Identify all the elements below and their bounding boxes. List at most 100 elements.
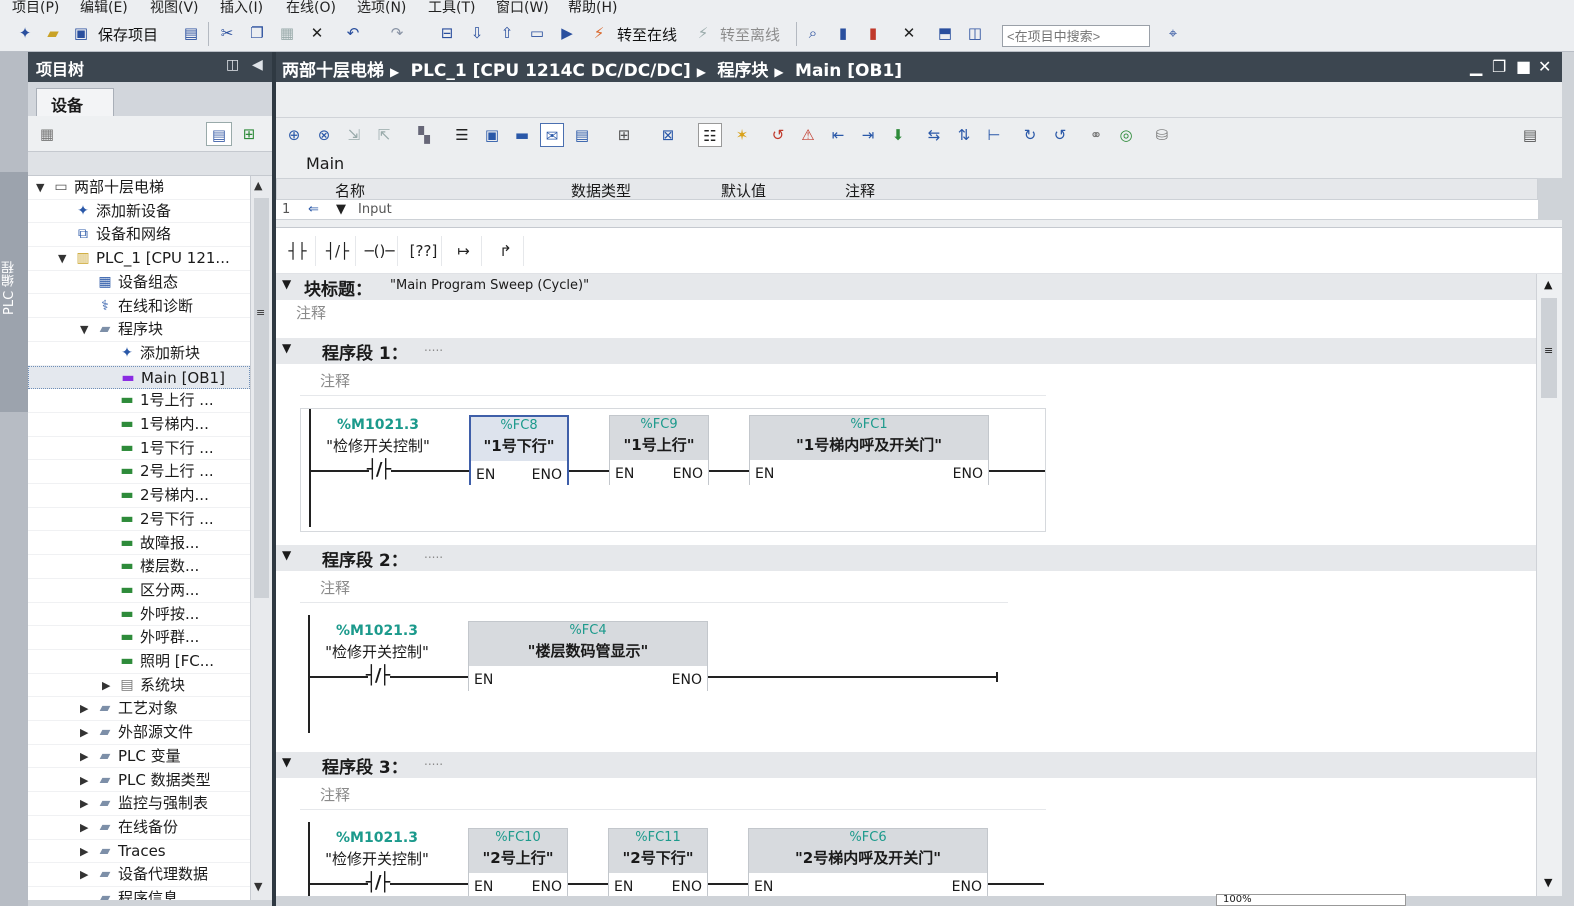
go-offline-button[interactable]: 转至离线 [720, 24, 780, 45]
previous-error-icon[interactable]: ⇤ [826, 123, 850, 147]
collapse-arrow-icon[interactable]: ▼ [282, 277, 291, 291]
breadcrumb-main[interactable]: Main [OB1] [795, 61, 902, 81]
delete-network-icon[interactable]: ⊗ [312, 123, 336, 147]
download-icon[interactable]: ⇩ [466, 22, 488, 44]
cut-icon[interactable]: ✂ [216, 22, 238, 44]
eno-pin[interactable]: ENO [532, 467, 562, 483]
comments-toggle-icon[interactable]: ✉ [540, 123, 564, 147]
eno-pin[interactable]: ENO [952, 879, 982, 895]
new-project-icon[interactable]: ✦ [14, 22, 36, 44]
plc-programming-tab[interactable]: PLC 编程 [0, 172, 28, 412]
tag-info-icon[interactable]: ✶ [730, 123, 754, 147]
expand-arrow-icon[interactable]: ▶ [80, 792, 92, 815]
fc10-call-box[interactable]: %FC10 "2号上行" EN ENO [468, 828, 568, 896]
monitor-off-icon[interactable]: ↺ [1048, 123, 1072, 147]
pin-icon[interactable]: ◫ [226, 57, 239, 73]
eno-pin[interactable]: ENO [672, 672, 702, 688]
tree-item[interactable]: ▬ 照明 [FC... [28, 650, 250, 674]
collapse-arrow-icon[interactable]: ▼ [282, 341, 291, 355]
eno-pin[interactable]: ENO [953, 466, 983, 482]
canvas-scrollbar[interactable]: ▲ ≡ ▼ [1536, 274, 1562, 896]
col-datatype[interactable]: 数据类型 [571, 180, 631, 201]
collapse-arrow-icon[interactable]: ▼ [80, 318, 92, 341]
copy-icon[interactable]: ❐ [246, 22, 268, 44]
sort-icon[interactable]: ⇅ [952, 123, 976, 147]
pin-icon[interactable]: ▚ [412, 123, 436, 147]
contact-address[interactable]: %M1021.3 [323, 417, 433, 433]
menu-tools[interactable]: 工具(T) [428, 0, 475, 16]
network-3-header[interactable]: ▼ 程序段 3： ..... [276, 752, 1536, 778]
tree-item[interactable]: ▬ 区分两... [28, 579, 250, 603]
en-pin[interactable]: EN [614, 879, 633, 895]
restore-icon[interactable]: ❐ [1492, 57, 1506, 76]
open-project-icon[interactable]: ▰ [42, 22, 64, 44]
redo-icon[interactable]: ↷ [386, 22, 408, 44]
project-search-input[interactable] [1002, 25, 1150, 47]
en-pin[interactable]: EN [474, 879, 493, 895]
expand-arrow-icon[interactable]: ▶ [102, 674, 114, 697]
en-pin[interactable]: EN [615, 466, 634, 482]
nc-contact-icon[interactable]: ┤/├ [320, 236, 356, 266]
go-online-icon[interactable]: ⚡ [588, 22, 610, 44]
search-go-icon[interactable]: ⌖ [1162, 22, 1184, 44]
undo-icon[interactable]: ↶ [342, 22, 364, 44]
tree-item[interactable]: ▶ ▰ 工艺对象 [28, 697, 250, 722]
breadcrumb-project[interactable]: 两部十层电梯 [282, 61, 384, 81]
col-default[interactable]: 默认值 [721, 180, 766, 201]
en-pin[interactable]: EN [476, 467, 495, 483]
tree-item[interactable]: ▬ 1号下行 ... [28, 437, 250, 461]
network-2-comment[interactable]: 注释 [300, 573, 1008, 603]
tree-item[interactable]: ✦ 添加新块 [28, 342, 250, 366]
save-project-button[interactable]: 保存项目 [98, 24, 158, 45]
tree-item[interactable]: ▶ ▤ 系统块 [28, 674, 250, 698]
scroll-up-icon[interactable]: ▲ [254, 179, 262, 192]
zoom-select[interactable]: 100% [1216, 894, 1406, 906]
add-row-icon[interactable]: ⇱ [372, 123, 396, 147]
operand-info-icon[interactable]: ⊠ [656, 123, 680, 147]
start-cpu-icon[interactable]: ▮ [832, 22, 854, 44]
menu-insert[interactable]: 插入(I) [220, 0, 263, 16]
scroll-down-icon[interactable]: ▼ [1544, 876, 1552, 889]
glasses-icon[interactable]: ◎ [1114, 123, 1138, 147]
print-icon[interactable]: ▤ [180, 22, 202, 44]
cross-reference-icon[interactable]: ✕ [898, 22, 920, 44]
eno-pin[interactable]: ENO [673, 466, 703, 482]
tree-item[interactable]: ▬ 2号梯内... [28, 484, 250, 508]
interface-row-input[interactable]: 1 ⇐ ▼ Input [276, 200, 1538, 220]
tree-item[interactable]: ▶ ▰ 在线备份 [28, 816, 250, 840]
fc6-call-box[interactable]: %FC6 "2号梯内呼及开关门" EN ENO [748, 828, 988, 896]
tab-devices[interactable]: 设备 [36, 88, 114, 116]
fc4-call-box[interactable]: %FC4 "楼层数码管显示" EN ENO [468, 621, 708, 692]
details-view-icon[interactable]: ▤ [206, 122, 232, 146]
maximize-icon[interactable]: ■ [1516, 57, 1531, 76]
tree-item[interactable]: ▬ 楼层数... [28, 555, 250, 579]
tree-item[interactable]: ▼ ▰ 程序块 [28, 318, 250, 342]
contact-address[interactable]: %M1021.3 [322, 830, 432, 846]
favorites-icon[interactable]: ▤ [570, 123, 594, 147]
expand-arrow-icon[interactable]: ▶ [80, 863, 92, 886]
tree-item[interactable]: ▬ 2号下行 ... [28, 508, 250, 532]
split-editor-icon[interactable]: ⊟ [436, 22, 458, 44]
menu-online[interactable]: 在线(O) [286, 0, 336, 16]
en-pin[interactable]: EN [754, 879, 773, 895]
overview-icon[interactable]: ▦ [34, 122, 60, 146]
open-branch-icon[interactable]: ↦ [446, 236, 482, 266]
go-online-button[interactable]: 转至在线 [617, 24, 677, 45]
contact-tag[interactable]: "检修开关控制" [323, 435, 433, 456]
nc-contact[interactable]: ┤/├ [367, 459, 391, 480]
breadcrumb-plc[interactable]: PLC_1 [CPU 1214C DC/DC/DC] [411, 61, 691, 81]
tree-item[interactable]: ▬ 故障报... [28, 532, 250, 556]
breadcrumb-program-blocks[interactable]: 程序块 [717, 61, 768, 81]
link-icon[interactable]: ⚭ [1084, 123, 1108, 147]
coil-icon[interactable]: ─()─ [362, 236, 398, 266]
monitor-on-icon[interactable]: ↻ [1018, 123, 1042, 147]
tree-item[interactable]: ▼ ▭ 两部十层电梯 [28, 176, 250, 200]
network-view-icon[interactable]: ☷ [698, 123, 722, 147]
close-icon[interactable]: ✕ [1538, 57, 1551, 76]
start-sim-icon[interactable]: ▶ [556, 22, 578, 44]
panel-toggle-icon[interactable]: ▤ [1518, 123, 1542, 147]
expand-arrow-icon[interactable]: ▶ [80, 840, 92, 863]
tree-item[interactable]: ▶ ▰ Traces [28, 840, 250, 864]
stop-cpu-icon[interactable]: ▮ [862, 22, 884, 44]
network-2-header[interactable]: ▼ 程序段 2： ..... [276, 545, 1536, 571]
